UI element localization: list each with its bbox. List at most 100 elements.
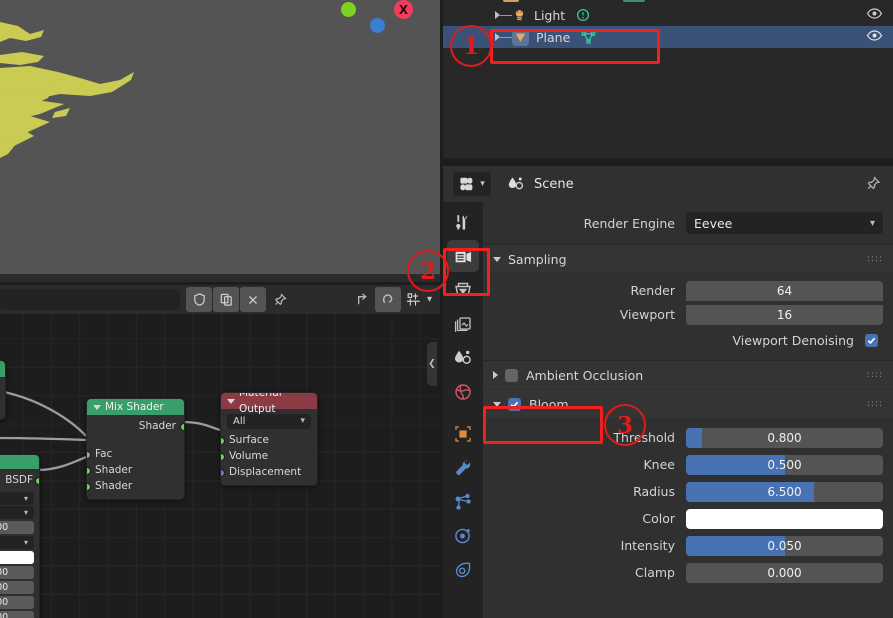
properties-tab-object-data[interactable]	[447, 554, 479, 586]
properties-tab-particles[interactable]	[447, 486, 479, 518]
light-data-icon[interactable]	[575, 7, 591, 23]
properties-body[interactable]: Render Engine Eevee ▾ Sampling :::: Rend…	[483, 202, 893, 618]
bloom-threshold-slider[interactable]: 0.800	[686, 427, 883, 448]
shader-node-editor[interactable]: ▾ Mix Shader Shader Fac Shader Shader Ma…	[0, 282, 440, 618]
bloom-radius-slider[interactable]: 6.500	[686, 481, 883, 502]
bsdf-node-partial[interactable]: BSDF ▾ ▾ 0.000 ▾ 0.000 0.500 0.000	[0, 454, 40, 618]
material-name-field[interactable]	[0, 289, 180, 310]
snap-magnet-icon[interactable]	[375, 287, 401, 312]
viewport-denoising-row: Viewport Denoising	[483, 326, 883, 354]
n-panel-toggle-arrow[interactable]: ❮	[427, 342, 437, 386]
gizmo-axis-z[interactable]	[370, 18, 385, 33]
bloom-radius-value: 6.500	[767, 484, 802, 499]
bsdf-field-0[interactable]: 0.000	[0, 521, 34, 534]
properties-tab-physics[interactable]	[447, 520, 479, 552]
material-output-node[interactable]: Material Output All ▾ Surface Volume Dis…	[220, 392, 318, 486]
properties-tab-tool[interactable]	[447, 206, 479, 238]
gizmo-axis-y[interactable]	[341, 2, 356, 17]
go-to-parent-node-icon[interactable]	[348, 287, 374, 312]
ambient-occlusion-panel-header[interactable]: Ambient Occlusion ::::	[483, 360, 893, 389]
mix-shader-node[interactable]: Mix Shader Shader Fac Shader Shader	[86, 398, 185, 500]
sampling-viewport-value: 16	[776, 307, 793, 322]
properties-tab-render[interactable]	[447, 240, 479, 272]
socket-label: Shader	[138, 420, 176, 432]
ambient-occlusion-checkbox[interactable]	[505, 368, 518, 382]
outliner-row-plane[interactable]: Plane	[443, 26, 893, 48]
bsdf-select-1[interactable]: ▾	[0, 492, 34, 505]
drag-handle-icon[interactable]: ::::	[867, 370, 883, 379]
bloom-panel-header[interactable]: Bloom ::::	[483, 389, 893, 418]
bsdf-color-field[interactable]	[0, 551, 34, 564]
bloom-clamp-slider[interactable]: 0.000	[686, 562, 883, 583]
properties-tab-object[interactable]	[447, 418, 479, 450]
visibility-eye-icon[interactable]	[866, 5, 883, 25]
render-engine-select[interactable]: Eevee ▾	[686, 212, 883, 234]
visibility-eye-icon[interactable]	[866, 27, 883, 47]
drag-handle-icon[interactable]: ::::	[867, 399, 883, 408]
input-socket[interactable]	[221, 469, 225, 477]
drag-handle-icon[interactable]: ::::	[867, 254, 883, 263]
node-canvas[interactable]: Mix Shader Shader Fac Shader Shader Mate…	[0, 314, 440, 618]
socket-label: Surface	[229, 434, 270, 446]
expand-triangle-icon[interactable]	[493, 371, 498, 379]
collapse-triangle-icon[interactable]	[227, 398, 235, 404]
output-socket[interactable]	[35, 477, 39, 485]
input-socket[interactable]	[87, 451, 91, 459]
copy-material-icon[interactable]	[213, 287, 239, 312]
gizmo-axis-x[interactable]: X	[394, 0, 413, 19]
bsdf-output-row[interactable]: BSDF	[0, 469, 39, 491]
node-input-row[interactable]: Shader	[87, 462, 184, 478]
node-input-row[interactable]: Shader	[87, 478, 184, 494]
outliner-row-light[interactable]: Light	[443, 4, 893, 26]
properties-tab-output[interactable]	[447, 274, 479, 306]
unlink-material-x-icon[interactable]	[240, 287, 266, 312]
bloom-color-swatch[interactable]	[686, 508, 883, 529]
input-socket[interactable]	[221, 453, 225, 461]
output-socket[interactable]	[180, 423, 184, 431]
sampling-viewport-field[interactable]: 16	[686, 304, 883, 325]
annotation-1-label: 1	[462, 32, 479, 60]
node-input-row[interactable]: Volume	[221, 448, 317, 464]
bloom-color-label: Color	[642, 511, 675, 526]
outliner[interactable]: Light Plane	[443, 0, 893, 158]
properties-tab-modifier[interactable]	[447, 452, 479, 484]
bsdf-field-3[interactable]: 0.000	[0, 596, 34, 609]
editor-type-button[interactable]: ▾	[453, 172, 491, 196]
viewport-denoising-checkbox[interactable]	[865, 333, 878, 347]
bsdf-select-2[interactable]: ▾	[0, 506, 34, 519]
bsdf-select-3[interactable]: ▾	[0, 536, 34, 549]
partial-node-top[interactable]	[0, 360, 6, 420]
sampling-render-field[interactable]: 64	[686, 280, 883, 301]
properties-tab-strip[interactable]	[443, 202, 483, 618]
material-output-node-header[interactable]: Material Output	[221, 393, 317, 415]
sampling-panel-header[interactable]: Sampling ::::	[483, 244, 893, 273]
chevron-down-icon: ▾	[300, 416, 305, 426]
fake-user-shield-icon[interactable]	[186, 287, 212, 312]
properties-tab-scene[interactable]	[447, 342, 479, 374]
bloom-clamp-row: Clamp 0.000	[483, 559, 883, 586]
bloom-knee-slider[interactable]: 0.500	[686, 454, 883, 475]
input-socket[interactable]	[87, 467, 91, 475]
input-socket[interactable]	[87, 483, 91, 491]
pin-icon[interactable]	[267, 287, 293, 312]
pin-icon[interactable]	[864, 175, 883, 194]
expand-triangle-icon[interactable]	[493, 256, 501, 262]
mix-shader-node-header[interactable]: Mix Shader	[87, 399, 184, 415]
node-output-row[interactable]: Shader	[87, 418, 184, 434]
annotation-circle-2: 2	[407, 250, 449, 292]
bsdf-field-4[interactable]: 0.500	[0, 611, 34, 618]
collapse-triangle-icon[interactable]	[93, 404, 101, 410]
properties-tab-world[interactable]	[447, 376, 479, 408]
node-input-row[interactable]: Surface	[221, 432, 317, 448]
properties-tab-view-layer[interactable]	[447, 308, 479, 340]
mesh-data-icon[interactable]	[580, 29, 597, 46]
bloom-intensity-slider[interactable]: 0.050	[686, 535, 883, 556]
3d-viewport[interactable]: X	[0, 0, 440, 282]
expand-triangle-icon[interactable]	[493, 401, 501, 407]
bloom-checkbox[interactable]	[508, 397, 521, 411]
bsdf-field-2[interactable]: 0.500	[0, 581, 34, 594]
node-input-row[interactable]: Fac	[87, 446, 184, 462]
bsdf-field-1[interactable]: 0.000	[0, 566, 34, 579]
input-socket[interactable]	[221, 437, 225, 445]
node-input-row[interactable]: Displacement	[221, 464, 317, 480]
